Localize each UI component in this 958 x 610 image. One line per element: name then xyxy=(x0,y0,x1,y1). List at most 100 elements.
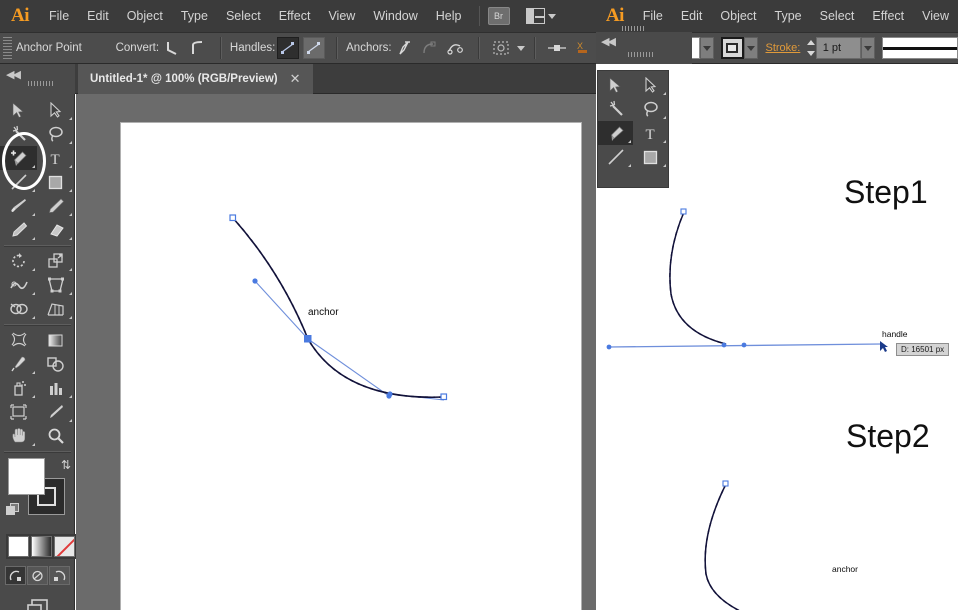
transform-icon[interactable]: X xyxy=(572,37,594,59)
align-icon[interactable] xyxy=(546,37,568,59)
menu-effect[interactable]: Effect xyxy=(863,0,913,32)
tool-hand[interactable] xyxy=(0,424,37,448)
stroke-weight-input[interactable]: 1 pt xyxy=(815,37,862,59)
tool-panel-grip[interactable] xyxy=(622,26,646,31)
tool-column-graph[interactable] xyxy=(37,376,74,400)
tool-artboard[interactable] xyxy=(0,400,37,424)
collapse-panel-button-right[interactable]: ◀◀ xyxy=(596,32,692,64)
tool-shape-builder[interactable] xyxy=(0,297,37,321)
change-screen-mode-button[interactable] xyxy=(26,598,50,610)
add-anchor-icon[interactable] xyxy=(394,37,416,59)
tool-perspective-grid[interactable] xyxy=(37,297,74,321)
tool-pen[interactable] xyxy=(598,121,633,145)
stroke-profile-preview[interactable] xyxy=(881,37,958,59)
swap-fill-stroke-icon[interactable]: ⇅ xyxy=(61,458,71,472)
menu-type[interactable]: Type xyxy=(172,0,217,32)
selected-anchor-point xyxy=(304,335,312,343)
close-icon[interactable]: ✕ xyxy=(290,71,301,87)
tool-type[interactable]: T xyxy=(633,121,668,145)
stroke-weight-stepper[interactable] xyxy=(806,37,815,59)
tool-magic-wand[interactable] xyxy=(598,97,633,121)
isolate-selection-icon[interactable] xyxy=(490,37,512,59)
draw-normal-button[interactable] xyxy=(5,566,26,585)
convert-to-corner-icon[interactable] xyxy=(161,37,183,59)
menu-edit[interactable]: Edit xyxy=(78,0,118,32)
tool-rectangle[interactable] xyxy=(37,170,74,194)
stroke-swatch[interactable] xyxy=(721,37,744,59)
bridge-button[interactable]: Br xyxy=(487,7,510,25)
menu-help[interactable]: Help xyxy=(427,0,471,32)
tool-flyout-indicator xyxy=(69,237,72,240)
tool-blend[interactable] xyxy=(37,352,74,376)
illustrator-window-right: Ai File Edit Object Type Select Effect V… xyxy=(596,0,958,610)
tool-selection[interactable] xyxy=(598,73,633,97)
menu-file[interactable]: File xyxy=(40,0,78,32)
menu-window[interactable]: Window xyxy=(364,0,426,32)
tool-free-transform[interactable] xyxy=(37,273,74,297)
cut-path-icon[interactable] xyxy=(445,37,467,59)
collapse-panel-button[interactable]: ◀◀ xyxy=(0,64,75,94)
tool-lasso[interactable] xyxy=(633,97,668,121)
tool-flyout-indicator xyxy=(32,189,35,192)
tool-slice[interactable] xyxy=(37,400,74,424)
tool-eraser[interactable] xyxy=(37,218,74,242)
fill-color-swatch[interactable] xyxy=(8,458,45,495)
tool-zoom[interactable] xyxy=(37,424,74,448)
tool-magic-wand[interactable] xyxy=(0,122,37,146)
menu-object[interactable]: Object xyxy=(711,0,765,32)
tool-line-segment[interactable] xyxy=(0,170,37,194)
arrange-documents-button[interactable] xyxy=(525,8,556,24)
tool-scale[interactable] xyxy=(37,249,74,273)
chevron-down-icon[interactable] xyxy=(517,45,526,51)
tool-type[interactable]: T xyxy=(37,146,74,170)
tool-direct-selection[interactable] xyxy=(37,98,74,122)
menu-object[interactable]: Object xyxy=(118,0,172,32)
menu-select[interactable]: Select xyxy=(217,0,270,32)
document-tab[interactable]: Untitled-1* @ 100% (RGB/Preview) ✕ xyxy=(78,64,313,94)
hide-handles-icon[interactable] xyxy=(303,37,326,59)
menu-view[interactable]: View xyxy=(913,0,958,32)
panel-grip[interactable] xyxy=(628,52,654,57)
canvas-left[interactable]: anchor xyxy=(76,94,596,610)
tool-gradient[interactable] xyxy=(37,328,74,352)
stroke-swatch-dropdown[interactable] xyxy=(743,37,758,59)
tool-symbol-sprayer[interactable] xyxy=(0,376,37,400)
tool-mesh[interactable] xyxy=(0,328,37,352)
tool-selection[interactable] xyxy=(0,98,37,122)
convert-to-smooth-icon[interactable] xyxy=(187,37,209,59)
show-handles-icon[interactable] xyxy=(277,37,300,59)
tool-lasso[interactable] xyxy=(37,122,74,146)
tool-blob-brush[interactable] xyxy=(0,218,37,242)
handle-point-1 xyxy=(252,278,258,284)
menu-select[interactable]: Select xyxy=(811,0,864,32)
menu-view[interactable]: View xyxy=(319,0,364,32)
gradient-mode-button[interactable] xyxy=(31,536,52,557)
collapse-panel-icon: ◀◀ xyxy=(601,36,616,48)
tool-line-segment[interactable] xyxy=(598,145,633,169)
tool-width[interactable] xyxy=(0,273,37,297)
draw-behind-button[interactable] xyxy=(27,566,48,585)
tool-eyedropper[interactable] xyxy=(0,352,37,376)
panel-grip[interactable] xyxy=(28,81,54,86)
fill-swatch-dropdown[interactable] xyxy=(700,37,715,59)
tool-paintbrush[interactable] xyxy=(0,194,37,218)
bezier-path-main[interactable] xyxy=(76,94,596,610)
tool-pencil[interactable] xyxy=(37,194,74,218)
menu-type[interactable]: Type xyxy=(766,0,811,32)
stroke-weight-dropdown[interactable] xyxy=(861,37,876,59)
default-fill-stroke-icon[interactable] xyxy=(6,503,19,516)
tool-rotate[interactable] xyxy=(0,249,37,273)
menu-effect[interactable]: Effect xyxy=(270,0,320,32)
color-mode-button[interactable] xyxy=(8,536,29,557)
tool-pen[interactable] xyxy=(0,146,37,170)
tool-direct-selection[interactable] xyxy=(633,73,668,97)
control-bar-grip[interactable] xyxy=(3,37,12,59)
tool-rectangle[interactable] xyxy=(633,145,668,169)
menu-edit[interactable]: Edit xyxy=(672,0,712,32)
draw-inside-button[interactable] xyxy=(49,566,70,585)
step1-curve xyxy=(669,211,727,345)
svg-text:T: T xyxy=(645,127,654,142)
none-mode-button[interactable] xyxy=(54,536,75,557)
chevron-down-icon xyxy=(864,45,873,51)
stroke-label[interactable]: Stroke: xyxy=(765,42,800,54)
